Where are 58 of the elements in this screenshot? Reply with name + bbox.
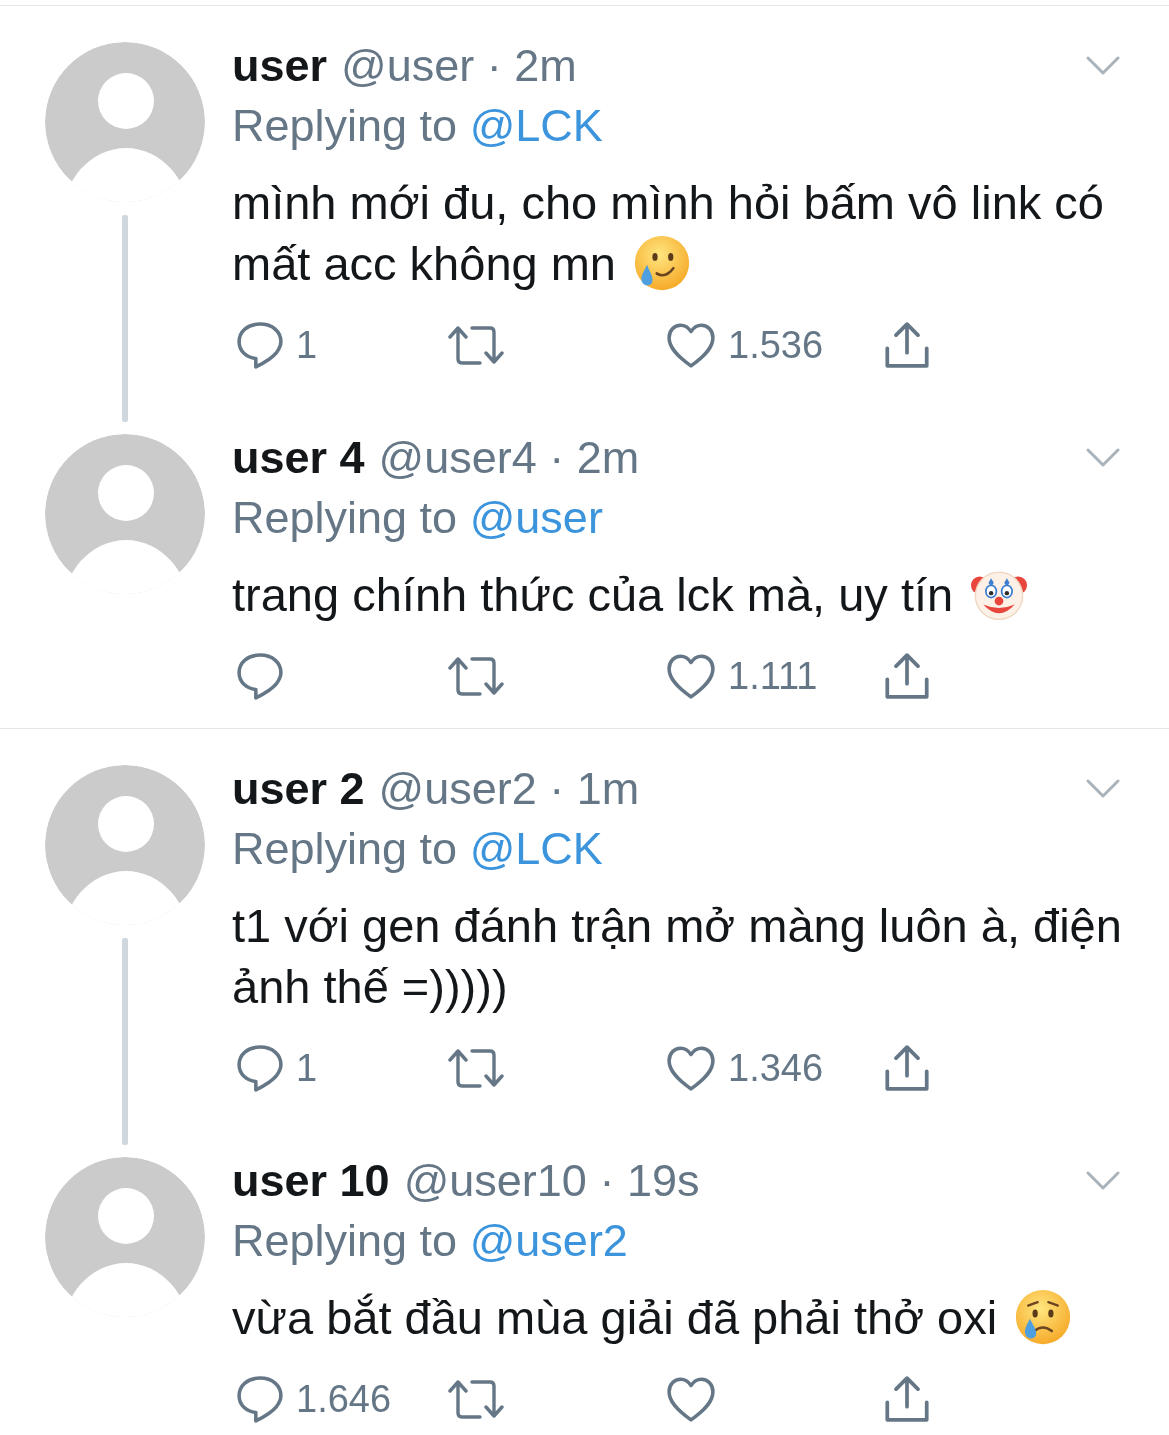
crying-face-emoji-icon: [1015, 1289, 1072, 1345]
mention-link[interactable]: @LCK: [469, 100, 603, 151]
like-button[interactable]: 1.536: [667, 320, 824, 370]
share-icon: [885, 322, 929, 368]
retweet-button[interactable]: [448, 1378, 504, 1420]
reply-button[interactable]: 1.646: [237, 1374, 392, 1424]
tweet-text: vừa bắt đầu mùa giải đã phải thở oxi: [232, 1287, 1124, 1348]
like-button[interactable]: 1.346: [667, 1043, 824, 1093]
retweet-icon: [448, 1047, 504, 1089]
chevron-down-icon: [1086, 56, 1120, 75]
heart-icon: [667, 1045, 715, 1091]
tweet-text: mình mới đu, cho mình hỏi bấm vô link có mất acc không mn: [232, 175, 1105, 293]
share-button[interactable]: [885, 1045, 929, 1091]
share-icon: [885, 1376, 929, 1422]
reply-button[interactable]: 1: [237, 1043, 318, 1093]
retweet-button[interactable]: [448, 1047, 504, 1089]
share-button[interactable]: [885, 322, 929, 368]
retweet-icon: [448, 655, 504, 697]
speech-bubble-icon: [237, 1375, 283, 1423]
speech-bubble-icon: [237, 1044, 283, 1092]
share-button[interactable]: [885, 653, 929, 699]
like-button[interactable]: [667, 1376, 715, 1422]
chevron-down-icon: [1086, 1171, 1120, 1190]
like-button[interactable]: 1.111: [667, 651, 818, 701]
share-icon: [885, 653, 929, 699]
replying-to-text: Replying to @LCK: [232, 822, 604, 876]
heart-icon: [667, 322, 715, 368]
author-name: user: [232, 39, 328, 93]
speech-bubble-icon: [237, 321, 283, 369]
heart-icon: [667, 653, 715, 699]
chevron-down-icon: [1086, 779, 1120, 798]
replying-to-text: Replying to @user: [232, 491, 604, 545]
retweet-icon: [448, 324, 504, 366]
mention-link[interactable]: @user: [469, 492, 603, 543]
tweet-text: t1 với gen đánh trận mở màng luôn à, điện ảnh thế =))))): [232, 898, 1123, 1015]
reply-button[interactable]: [237, 652, 283, 700]
mention-link[interactable]: @user2: [469, 1215, 628, 1266]
smiling-face-with-tear-emoji-icon: [634, 235, 690, 291]
retweet-button[interactable]: [448, 655, 504, 697]
author-name: user 2: [232, 762, 365, 816]
mention-link[interactable]: @LCK: [469, 823, 603, 874]
handle-and-time: @user10 · 19s: [403, 1154, 700, 1208]
handle-and-time: @user4 · 2m: [378, 431, 640, 485]
handle-and-time: @user2 · 1m: [378, 762, 640, 816]
chevron-down-icon: [1086, 448, 1120, 467]
share-icon: [885, 1045, 929, 1091]
heart-icon: [667, 1376, 715, 1422]
replying-to-text: Replying to @LCK: [232, 99, 604, 153]
reply-button[interactable]: 1: [237, 320, 318, 370]
replying-to-text: Replying to @user2: [232, 1214, 629, 1268]
tweet-text: trang chính thức của lck mà, uy tín: [232, 564, 1124, 625]
author-name: user 10: [232, 1154, 390, 1208]
retweet-icon: [448, 1378, 504, 1420]
author-name: user 4: [232, 431, 365, 485]
handle-and-time: @user · 2m: [341, 39, 577, 93]
retweet-button[interactable]: [448, 324, 504, 366]
speech-bubble-icon: [237, 652, 283, 700]
share-button[interactable]: [885, 1376, 929, 1422]
